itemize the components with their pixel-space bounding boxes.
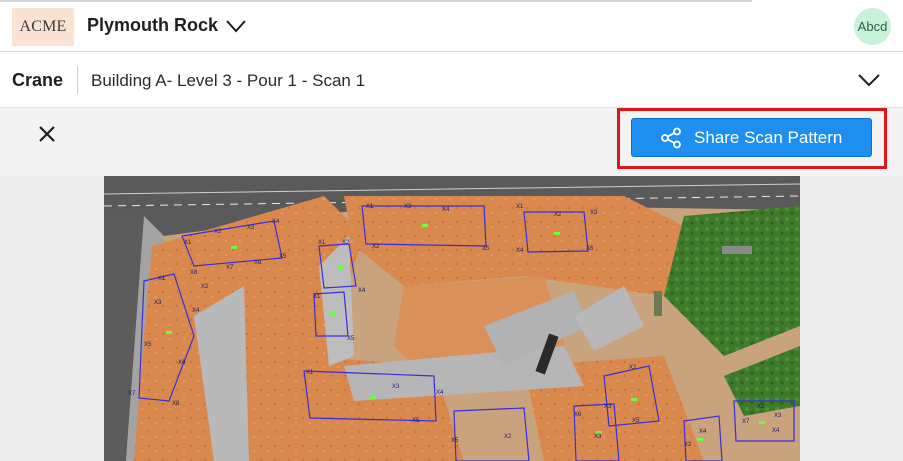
marker-label: X2 (372, 244, 380, 250)
scan-title[interactable]: Building A- Level 3 - Pour 1 - Scan 1 (91, 71, 365, 91)
marker-label: X8 (190, 270, 198, 276)
marker-label: X8 (172, 401, 180, 407)
crane-label: Crane (12, 70, 64, 90)
marker-label: X1 (306, 370, 314, 376)
header-progress-line (0, 0, 752, 2)
close-icon[interactable] (36, 123, 58, 145)
marker-label: X6 (586, 246, 594, 252)
chevron-down-icon[interactable] (856, 70, 882, 90)
marker-label: X1 (158, 276, 166, 282)
avatar-initials: Abcd (857, 19, 888, 34)
marker-label: X7 (742, 419, 750, 425)
marker-label: X6 (574, 412, 582, 418)
marker-label: X5 (451, 438, 459, 444)
marker-label: X5 (279, 254, 287, 260)
marker-label: X1 (366, 204, 374, 210)
marker-label: X4 (272, 219, 280, 225)
marker-label: X4 (516, 248, 524, 254)
action-toolbar: Share Scan Pattern (0, 108, 903, 176)
marker-label: X3 (774, 413, 782, 419)
marker-label: X1 (313, 294, 321, 300)
project-name[interactable]: Plymouth Rock (87, 15, 218, 36)
marker-label: X3 (247, 225, 255, 231)
marker-label: X2 (342, 240, 350, 246)
marker-label: X3 (604, 404, 612, 410)
marker-label: X3 (404, 204, 412, 210)
marker-label: X4 (192, 308, 200, 314)
user-avatar[interactable]: Abcd (854, 8, 891, 45)
marker-label: X5 (412, 418, 420, 424)
marker-label: X4 (358, 288, 366, 294)
marker-label: X3 (590, 210, 598, 216)
share-icon (661, 127, 681, 148)
marker-label: X1 (318, 240, 326, 246)
marker-label: X2 (629, 365, 637, 371)
marker-label: X1 (184, 240, 192, 246)
marker-label: X7 (128, 391, 136, 397)
aerial-site-image[interactable]: X1 X2 X3 X4 X5 X6 X7 X8 X1 X2 X3 X4 X5 X… (104, 176, 800, 461)
marker-label: X7 (226, 265, 234, 271)
marker-label: X6 (178, 360, 186, 366)
marker-label: X3 (154, 300, 162, 306)
logo-text: ACME (19, 18, 67, 35)
marker-label: X1 (516, 204, 524, 210)
marker-label: X6 (254, 260, 262, 266)
marker-label: X5 (632, 418, 640, 424)
marker-label: X2 (214, 229, 222, 235)
chevron-down-icon[interactable] (224, 16, 248, 36)
marker-label: X2 (201, 284, 209, 290)
scan-viewer: X1 X2 X3 X4 X5 X6 X7 X8 X1 X2 X3 X4 X5 X… (0, 176, 903, 461)
company-logo[interactable]: ACME (12, 8, 74, 46)
scan-selector-bar: Crane Building A- Level 3 - Pour 1 - Sca… (0, 52, 903, 108)
divider (77, 66, 78, 94)
marker-label: X3 (594, 434, 602, 440)
marker-label: X5 (482, 246, 490, 252)
marker-label: X4 (699, 429, 707, 435)
marker-label: X5 (144, 342, 152, 348)
share-scan-pattern-button[interactable]: Share Scan Pattern (631, 118, 872, 157)
marker-label: X4 (436, 390, 444, 396)
marker-label: X5 (347, 336, 355, 342)
marker-label: X2 (504, 434, 512, 440)
top-header: ACME Plymouth Rock Abcd (0, 0, 903, 52)
marker-label: X4 (772, 428, 780, 434)
marker-label: X3 (392, 384, 400, 390)
marker-label: X2 (684, 442, 692, 448)
marker-label: X2 (554, 212, 562, 218)
marker-label: X2 (757, 404, 765, 410)
marker-label: X4 (442, 207, 450, 213)
share-button-label: Share Scan Pattern (694, 127, 843, 147)
